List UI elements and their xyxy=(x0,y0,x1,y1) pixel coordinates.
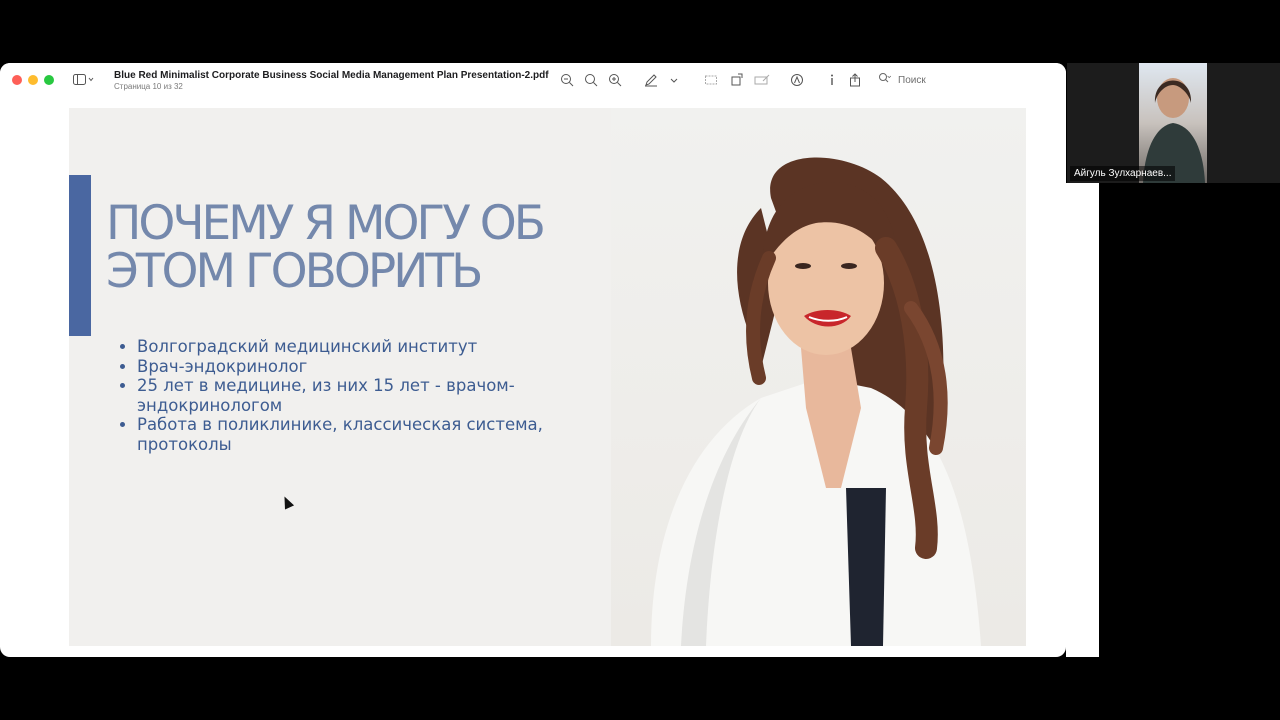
markup-pen-icon[interactable] xyxy=(644,73,658,90)
markup-chevron-down-icon[interactable] xyxy=(669,73,679,90)
list-item: 25 лет в медицине, из них 15 лет - врачо… xyxy=(137,376,557,415)
slide-title: ПОЧЕМУ Я МОГУ ОБ ЭТОМ ГОВОРИТЬ xyxy=(106,196,546,299)
toolbar: Blue Red Minimalist Corporate Business S… xyxy=(0,63,1066,101)
zoom-out-icon[interactable] xyxy=(560,73,574,90)
search-input[interactable]: Поиск xyxy=(898,75,926,86)
form-fill-icon[interactable] xyxy=(754,73,770,90)
page-indicator: Страница 10 из 32 xyxy=(114,82,183,91)
share-icon[interactable] xyxy=(849,73,861,90)
minimize-window-button[interactable] xyxy=(28,75,38,85)
window-extension xyxy=(1066,183,1099,657)
zoom-in-icon[interactable] xyxy=(608,73,622,90)
search-icon xyxy=(878,71,892,89)
accent-bar xyxy=(69,175,91,336)
info-icon[interactable] xyxy=(828,73,836,90)
pdf-page: ПОЧЕМУ Я МОГУ ОБ ЭТОМ ГОВОРИТЬ Волгоград… xyxy=(69,108,1026,646)
maximize-window-button[interactable] xyxy=(44,75,54,85)
list-item: Работа в поликлинике, классическая систе… xyxy=(137,415,557,454)
document-title: Blue Red Minimalist Corporate Business S… xyxy=(114,70,549,81)
highlight-icon[interactable] xyxy=(790,73,804,90)
participant-name: Айгуль Зулхарнаев... xyxy=(1070,166,1176,181)
participant-video-tile[interactable]: Айгуль Зулхарнаев... xyxy=(1067,63,1280,183)
rotate-icon[interactable] xyxy=(730,73,744,90)
search-field[interactable]: Поиск xyxy=(878,72,926,88)
close-window-button[interactable] xyxy=(12,75,22,85)
portrait-photo xyxy=(611,108,1026,646)
list-item: Врач-эндокринолог xyxy=(137,357,557,377)
actual-size-icon[interactable] xyxy=(584,73,598,90)
sidebar-toggle-icon[interactable] xyxy=(73,73,95,87)
selection-icon[interactable] xyxy=(704,73,718,90)
list-item: Волгоградский медицинский институт xyxy=(137,337,557,357)
participant-video-feed xyxy=(1139,63,1207,183)
bullet-list: Волгоградский медицинский институт Врач-… xyxy=(119,337,557,454)
